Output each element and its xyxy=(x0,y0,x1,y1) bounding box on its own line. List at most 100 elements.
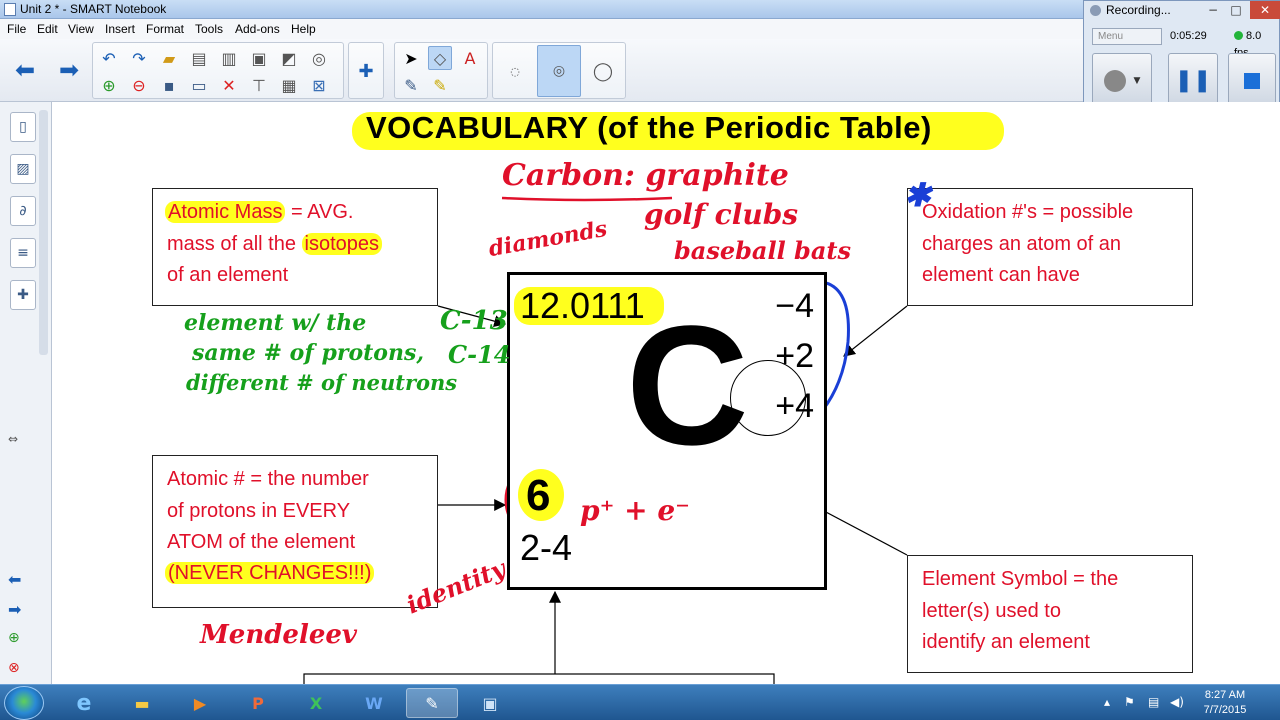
taskbar: e ▬ ▶ P X W ✎ ▣ ▴ ⚑ ▤ ◀) 8:27 AM 7/7/201… xyxy=(0,684,1280,720)
word-icon[interactable]: W xyxy=(348,688,400,718)
select-arrow-icon[interactable]: ➤ xyxy=(399,46,423,70)
open-folder-icon[interactable]: ▰ xyxy=(157,46,181,70)
start-button[interactable] xyxy=(4,686,44,720)
menu-edit[interactable]: Edit xyxy=(37,22,58,36)
eraser-small-icon[interactable]: ◌ xyxy=(503,59,527,83)
tray-arrow-icon[interactable]: ▴ xyxy=(1104,695,1110,709)
addons-tab[interactable]: ✚ xyxy=(10,280,36,310)
menu-tools[interactable]: Tools xyxy=(195,22,223,36)
full-screen-icon[interactable]: ⊤ xyxy=(247,73,271,97)
toolbar-group-addons: ✚ xyxy=(348,42,384,99)
oxidation-box: Oxidation #'s = possible charges an atom… xyxy=(907,188,1193,306)
save-icon[interactable]: ▪ xyxy=(157,73,181,97)
internet-explorer-icon[interactable]: e xyxy=(58,688,110,718)
menu-addons[interactable]: Add-ons xyxy=(235,22,280,36)
screen-shade-icon[interactable]: ▭ xyxy=(187,73,211,97)
eraser-cursor xyxy=(730,360,806,436)
handwriting-baseball-bats: baseball bats xyxy=(674,236,851,265)
atomic-mass-def3: of an element xyxy=(167,264,289,286)
atomic-mass-line1: Atomic Mass = AVG. xyxy=(165,197,353,228)
handwriting-isotope-line2: same # of protons, xyxy=(192,340,424,366)
eraser-medium-icon[interactable]: ◎ xyxy=(537,45,581,97)
minimize-icon[interactable]: − xyxy=(1202,1,1224,19)
stop-button[interactable] xyxy=(1228,53,1276,108)
recorder-window: Recording... − □ ✕ Menu 0:05:29 8.0 fps … xyxy=(1083,0,1280,118)
smart-notebook-icon[interactable]: ✎ xyxy=(406,688,458,718)
handwriting-c14: C-14 xyxy=(448,340,511,369)
screen-capture-icon[interactable]: ▣ xyxy=(247,46,271,70)
app-icon xyxy=(4,3,16,16)
status-dot-icon xyxy=(1234,31,1243,40)
volume-icon[interactable]: ◀) xyxy=(1170,695,1184,709)
menu-file[interactable]: File xyxy=(7,22,26,36)
recorder-taskbar-icon[interactable]: ▣ xyxy=(464,688,516,718)
redo-icon[interactable]: ↷ xyxy=(127,46,151,70)
attachments-tab[interactable]: ∂ xyxy=(10,196,36,226)
add-page-icon[interactable]: ⊕ xyxy=(97,73,121,97)
system-clock[interactable]: 8:27 AM 7/7/2015 xyxy=(1200,688,1250,718)
possible-word: possible xyxy=(1059,201,1134,223)
delete-page-icon[interactable]: ⊖ xyxy=(127,73,151,97)
addon-puzzle-icon[interactable]: ✚ xyxy=(354,59,378,83)
atomic-number-box: Atomic # = the number of protons in EVER… xyxy=(152,455,438,608)
network-icon[interactable]: ▤ xyxy=(1148,695,1159,709)
text-tool-icon[interactable]: A xyxy=(458,46,482,70)
highlighter-icon[interactable]: ✎ xyxy=(428,73,452,97)
recorder-elapsed: 0:05:29 xyxy=(1170,30,1207,42)
side-next-page-icon[interactable]: ➡ xyxy=(8,600,21,619)
gallery-icon[interactable]: ◎ xyxy=(307,46,331,70)
eraser-large-icon[interactable]: ◯ xyxy=(591,59,615,83)
close-icon[interactable]: ✕ xyxy=(1250,1,1280,19)
flag-icon[interactable]: ⚑ xyxy=(1124,695,1135,709)
oxidation-line1: Oxidation #'s = possible xyxy=(922,197,1133,228)
oxidation-state-1: −4 xyxy=(775,287,814,325)
star-icon: ✱ xyxy=(904,176,931,214)
gallery-tab[interactable]: ▨ xyxy=(10,154,36,184)
delete-icon[interactable]: ✕ xyxy=(217,73,241,97)
menu-view[interactable]: View xyxy=(68,22,94,36)
eraser-icon[interactable]: ◇ xyxy=(428,46,452,70)
undo-icon[interactable]: ↶ xyxy=(97,46,121,70)
pen-icon[interactable]: ✎ xyxy=(399,73,423,97)
side-panel-scrollbar[interactable] xyxy=(39,110,48,355)
properties-icon[interactable]: ⊠ xyxy=(307,73,331,97)
atomic-number-value: 6 xyxy=(526,471,551,520)
menu-bar: File Edit View Insert Format Tools Add-o… xyxy=(0,19,1090,39)
document-camera-icon[interactable]: ◩ xyxy=(277,46,301,70)
oxidation-term: Oxidation #'s = xyxy=(922,201,1060,223)
previous-page-button[interactable]: ⬅ xyxy=(10,56,40,84)
side-delete-page-icon[interactable]: ⊗ xyxy=(8,660,20,676)
maximize-icon[interactable]: □ xyxy=(1225,1,1247,19)
element-symbol-def1: Element Symbol = the xyxy=(922,568,1119,590)
powerpoint-icon[interactable]: P xyxy=(232,688,284,718)
handwriting-isotope-line1: element w/ the xyxy=(184,310,367,336)
properties-tab[interactable]: ≡ xyxy=(10,238,36,268)
file-explorer-icon[interactable]: ▬ xyxy=(116,688,168,718)
pause-button[interactable]: ❚❚ xyxy=(1168,53,1218,108)
recorder-menu-select[interactable]: Menu xyxy=(1092,28,1162,45)
oxidation-def3: element can have xyxy=(922,264,1080,286)
paste-icon[interactable]: ▤ xyxy=(187,46,211,70)
atomic-mass-line2: mass of all the isotopes xyxy=(167,229,383,260)
pause-icon: ❚❚ xyxy=(1174,68,1212,93)
side-previous-page-icon[interactable]: ⬅ xyxy=(8,570,21,589)
menu-help[interactable]: Help xyxy=(291,22,316,36)
excel-icon[interactable]: X xyxy=(290,688,342,718)
side-add-page-icon[interactable]: ⊕ xyxy=(8,630,20,646)
menu-format[interactable]: Format xyxy=(146,22,184,36)
clipboard-icon[interactable]: ▥ xyxy=(217,46,241,70)
record-button[interactable]: ▼ xyxy=(1092,53,1152,108)
recorder-icon xyxy=(1090,5,1101,16)
toolbar-group-actions: ↶ ↷ ▰ ▤ ▥ ▣ ◩ ◎ ⊕ ⊖ ▪ ▭ ✕ ⊤ ▦ ⊠ xyxy=(92,42,344,99)
clock-time: 8:27 AM xyxy=(1204,689,1246,701)
table-icon[interactable]: ▦ xyxy=(277,73,301,97)
atomic-number-def3: ATOM of the element xyxy=(167,531,356,553)
next-page-button[interactable]: ➡ xyxy=(54,56,84,84)
page-sorter-tab[interactable]: ▯ xyxy=(10,112,36,142)
atomic-mass-box: Atomic Mass = AVG. mass of all the isoto… xyxy=(152,188,438,306)
media-player-icon[interactable]: ▶ xyxy=(174,688,226,718)
notebook-canvas[interactable]: VOCABULARY (of the Periodic Table) Atomi… xyxy=(52,102,1280,684)
element-symbol-def3: identify an element xyxy=(922,631,1090,653)
resize-panel-icon[interactable]: ⇔ xyxy=(8,432,18,446)
menu-insert[interactable]: Insert xyxy=(105,22,135,36)
